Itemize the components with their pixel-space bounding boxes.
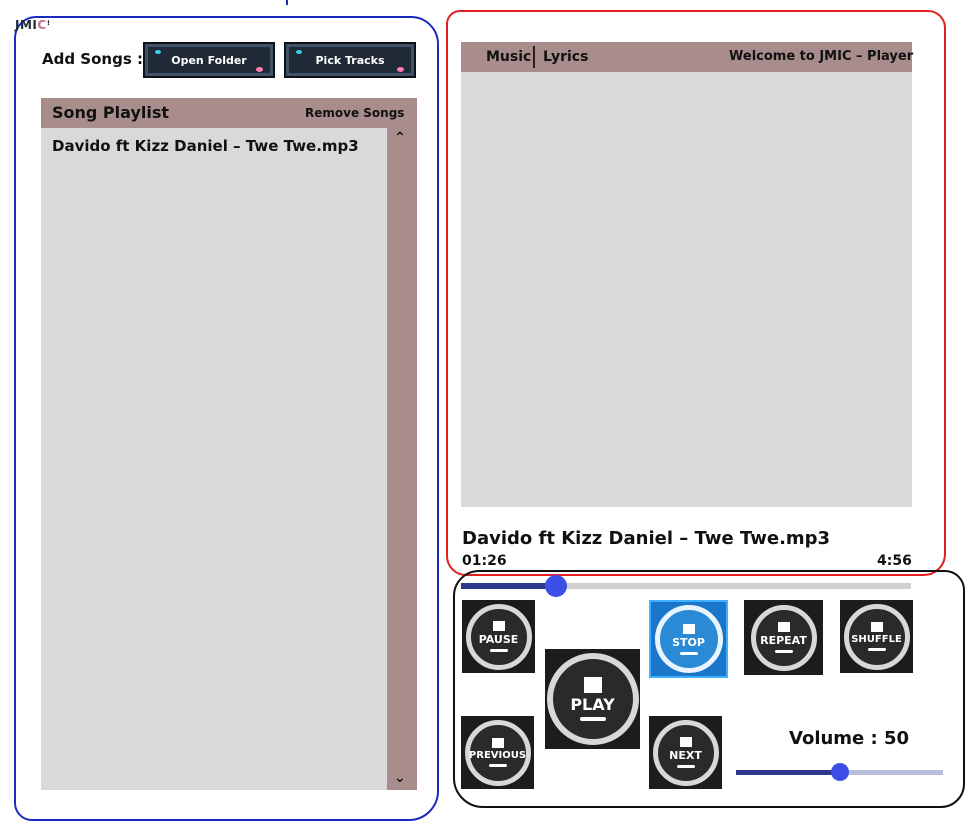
indicator-bar [679, 651, 698, 655]
indicator-bar [488, 764, 507, 767]
indicator-dot [397, 67, 404, 72]
progress-knob[interactable] [544, 575, 567, 597]
play-icon [583, 677, 602, 693]
previous-ring: PREVIOUS [464, 719, 531, 786]
progress-fill [461, 583, 556, 589]
volume-slider[interactable] [736, 763, 943, 781]
indicator-dot [155, 50, 161, 54]
progress-slider[interactable] [461, 575, 911, 597]
indicator-bar [867, 648, 886, 651]
indicator-bar [489, 649, 508, 652]
playlist-scrollbar[interactable]: ⌃ ⌄ [387, 128, 417, 790]
next-ring: NEXT [652, 719, 719, 786]
annotation-tick [286, 0, 288, 5]
stop-label: STOP [672, 635, 705, 649]
play-ring: PLAY [546, 653, 639, 745]
add-songs-label: Add Songs : [42, 50, 143, 68]
play-button[interactable]: PLAY [545, 649, 640, 749]
playlist-list[interactable] [41, 128, 387, 790]
tab-music[interactable]: Music [486, 49, 531, 65]
pause-button[interactable]: PAUSE [462, 600, 535, 673]
play-label: PLAY [570, 695, 615, 714]
playlist-title: Song Playlist [52, 103, 170, 122]
next-icon [679, 737, 692, 747]
previous-icon [491, 738, 504, 748]
stop-ring: STOP [654, 605, 723, 673]
app-logo: JMICꜝ [15, 18, 51, 32]
chevron-down-icon[interactable]: ⌄ [394, 770, 406, 786]
repeat-button[interactable]: REPEAT [744, 600, 823, 675]
tab-divider [533, 46, 535, 68]
welcome-text: Welcome to JMIC – Player [729, 49, 914, 64]
display-area [461, 72, 912, 507]
indicator-bar [579, 717, 606, 721]
chevron-up-icon[interactable]: ⌃ [394, 130, 406, 146]
next-button[interactable]: NEXT [649, 716, 722, 789]
volume-label: Volume : 50 [789, 728, 910, 749]
playlist-item[interactable]: Davido ft Kizz Daniel – Twe Twe.mp3 [52, 137, 359, 155]
music-note-icon: ꜝ [46, 18, 51, 32]
indicator-dot [256, 67, 263, 72]
pause-ring: PAUSE [465, 603, 532, 670]
pick-tracks-label: Pick Tracks [315, 53, 385, 67]
open-folder-button[interactable]: Open Folder [143, 42, 275, 78]
repeat-label: REPEAT [760, 634, 807, 647]
pause-label: PAUSE [478, 633, 519, 646]
shuffle-label: SHUFFLE [851, 634, 902, 645]
shuffle-ring: SHUFFLE [843, 603, 910, 670]
repeat-icon [777, 622, 790, 632]
now-playing-title: Davido ft Kizz Daniel – Twe Twe.mp3 [462, 528, 831, 549]
current-time: 01:26 [462, 553, 507, 569]
stop-button[interactable]: STOP [649, 600, 728, 678]
open-folder-label: Open Folder [171, 53, 247, 67]
volume-knob[interactable] [830, 763, 849, 781]
shuffle-icon [870, 622, 883, 632]
volume-fill [736, 770, 840, 775]
stop-icon [682, 623, 695, 634]
tab-lyrics[interactable]: Lyrics [543, 49, 588, 65]
indicator-dot [296, 50, 302, 54]
shuffle-button[interactable]: SHUFFLE [840, 600, 913, 673]
remove-songs-button[interactable]: Remove Songs [305, 106, 404, 120]
pause-icon [492, 621, 505, 631]
total-time: 4:56 [877, 553, 912, 569]
repeat-ring: REPEAT [750, 604, 817, 671]
next-label: NEXT [669, 749, 702, 762]
previous-button[interactable]: PREVIOUS [461, 716, 534, 789]
pick-tracks-button[interactable]: Pick Tracks [284, 42, 416, 78]
indicator-bar [676, 765, 695, 768]
indicator-bar [774, 650, 793, 653]
previous-label: PREVIOUS [468, 750, 527, 761]
